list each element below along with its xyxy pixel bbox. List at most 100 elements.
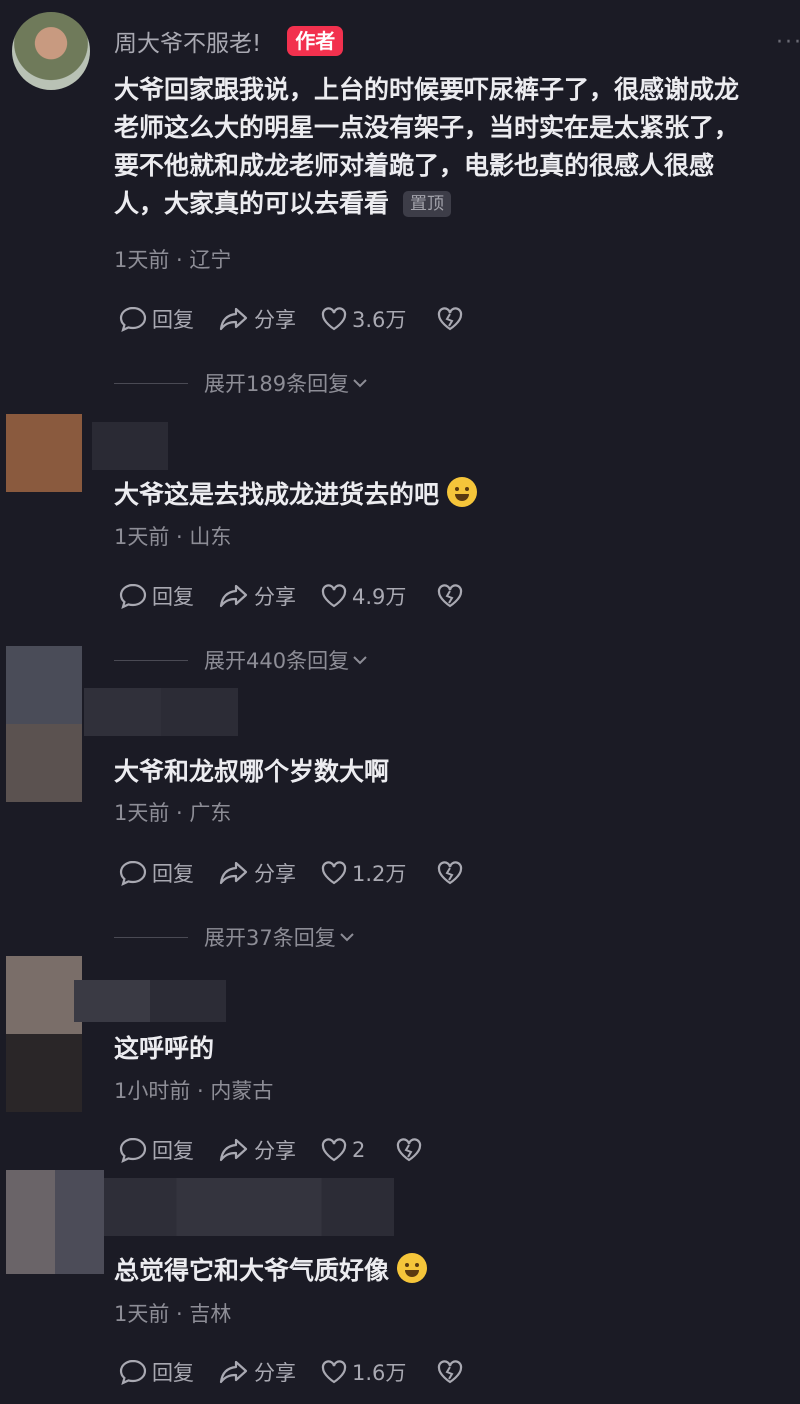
heart-icon bbox=[321, 584, 347, 608]
like-button[interactable]: 4.9万 bbox=[320, 581, 406, 611]
share-button[interactable]: 分享 bbox=[218, 304, 296, 334]
share-arrow-icon bbox=[219, 1360, 248, 1384]
share-button[interactable]: 分享 bbox=[218, 1135, 296, 1165]
comment-actions: 回复 分享 1.6万 bbox=[118, 1357, 492, 1387]
reply-button[interactable]: 回复 bbox=[118, 581, 194, 611]
like-count: 3.6万 bbox=[352, 308, 407, 332]
comment-text: 总觉得它和大爷气质好像 bbox=[114, 1252, 428, 1290]
pinned-badge: 置顶 bbox=[403, 191, 452, 217]
comment-bubble-icon bbox=[119, 1137, 147, 1164]
comment-actions: 回复 分享 3.6万 bbox=[118, 304, 492, 334]
comment-actions: 回复 分享 1.2万 bbox=[118, 858, 492, 888]
like-count: 4.9万 bbox=[352, 585, 407, 609]
share-arrow-icon bbox=[219, 861, 248, 885]
share-label: 分享 bbox=[254, 585, 296, 609]
like-count: 2 bbox=[352, 1138, 366, 1162]
like-button[interactable]: 3.6万 bbox=[320, 304, 406, 334]
comment-meta: 1天前 · 吉林 bbox=[114, 1302, 232, 1326]
comment-actions: 回复 分享 2 bbox=[118, 1135, 451, 1165]
reply-label: 回复 bbox=[152, 308, 194, 332]
reply-button[interactable]: 回复 bbox=[118, 1357, 194, 1387]
like-count: 1.2万 bbox=[352, 862, 407, 886]
broken-heart-icon bbox=[438, 861, 463, 885]
dislike-button[interactable] bbox=[436, 860, 468, 886]
reply-button[interactable]: 回复 bbox=[118, 858, 194, 888]
comment-text: 大爷和龙叔哪个岁数大啊 bbox=[114, 757, 390, 786]
avatar[interactable] bbox=[6, 1170, 104, 1274]
chevron-down-icon bbox=[353, 656, 367, 665]
share-arrow-icon bbox=[219, 1138, 248, 1162]
chevron-down-icon bbox=[353, 379, 367, 388]
comment-text: 大爷这是去找成龙进货去的吧 bbox=[114, 476, 478, 514]
comment-bubble-icon bbox=[119, 860, 147, 887]
share-button[interactable]: 分享 bbox=[218, 858, 296, 888]
comment-line: 老师这么大的明星一点没有架子，当时实在是太紧张了， bbox=[114, 113, 740, 142]
comment-meta: 1小时前 · 内蒙古 bbox=[114, 1079, 274, 1103]
avatar[interactable] bbox=[6, 956, 82, 1112]
comment-meta: 1天前 · 山东 bbox=[114, 525, 232, 549]
share-label: 分享 bbox=[254, 308, 296, 332]
share-label: 分享 bbox=[254, 1361, 296, 1385]
broken-heart-icon bbox=[397, 1138, 422, 1162]
expand-label: 展开440条回复 bbox=[204, 649, 350, 673]
comment-bubble-icon bbox=[119, 306, 147, 333]
reply-label: 回复 bbox=[152, 862, 194, 886]
comment-text: 大爷回家跟我说，上台的时候要吓尿裤子了，很感谢成龙 老师这么大的明星一点没有架子… bbox=[114, 71, 800, 223]
heart-icon bbox=[321, 307, 347, 331]
share-arrow-icon bbox=[219, 584, 248, 608]
comment-bubble-icon bbox=[119, 1359, 147, 1386]
comment-line: 要不他就和成龙老师对着跪了，电影也真的很感人很感 bbox=[114, 151, 715, 180]
reply-button[interactable]: 回复 bbox=[118, 304, 194, 334]
comment-actions: 回复 分享 4.9万 bbox=[118, 581, 492, 611]
username-blurred[interactable] bbox=[92, 422, 168, 470]
username-blurred[interactable] bbox=[104, 1178, 394, 1236]
heart-icon bbox=[321, 861, 347, 885]
author-name[interactable]: 周大爷不服老! bbox=[114, 24, 261, 58]
broken-heart-icon bbox=[438, 584, 463, 608]
broken-heart-icon bbox=[438, 1360, 463, 1384]
like-button[interactable]: 1.6万 bbox=[320, 1357, 406, 1387]
reply-button[interactable]: 回复 bbox=[118, 1135, 194, 1165]
like-button[interactable]: 2 bbox=[320, 1137, 365, 1163]
avatar[interactable] bbox=[6, 646, 82, 802]
username-blurred[interactable] bbox=[84, 688, 238, 736]
comment-line: 大爷回家跟我说，上台的时候要吓尿裤子了，很感谢成龙 bbox=[114, 75, 740, 104]
comment-text-content: 总觉得它和大爷气质好像 bbox=[114, 1256, 390, 1285]
author-avatar[interactable] bbox=[12, 12, 90, 90]
comment-meta: 1天前 · 辽宁 bbox=[114, 248, 232, 272]
divider bbox=[114, 659, 188, 661]
expand-label: 展开37条回复 bbox=[204, 926, 336, 950]
rofl-emoji-icon bbox=[397, 1253, 428, 1283]
reply-label: 回复 bbox=[152, 1139, 194, 1163]
comment-meta: 1天前 · 广东 bbox=[114, 801, 232, 825]
share-label: 分享 bbox=[254, 1139, 296, 1163]
expand-replies[interactable]: 展开189条回复 bbox=[114, 368, 369, 398]
chevron-down-icon bbox=[340, 933, 354, 942]
comment-text-content: 大爷这是去找成龙进货去的吧 bbox=[114, 480, 440, 509]
heart-icon bbox=[321, 1138, 347, 1162]
share-label: 分享 bbox=[254, 862, 296, 886]
dislike-button[interactable] bbox=[436, 583, 468, 609]
username-blurred[interactable] bbox=[74, 980, 226, 1022]
expand-label: 展开189条回复 bbox=[204, 372, 350, 396]
comment-text: 这呼呼的 bbox=[114, 1034, 215, 1063]
comment-line: 人，大家真的可以去看看 置顶 bbox=[114, 185, 800, 223]
like-button[interactable]: 1.2万 bbox=[320, 858, 406, 888]
divider bbox=[114, 936, 188, 938]
laugh-emoji-icon bbox=[447, 477, 478, 507]
share-button[interactable]: 分享 bbox=[218, 581, 296, 611]
expand-replies[interactable]: 展开37条回复 bbox=[114, 922, 356, 952]
dislike-button[interactable] bbox=[395, 1137, 427, 1163]
dislike-button[interactable] bbox=[436, 1359, 468, 1385]
expand-replies[interactable]: 展开440条回复 bbox=[114, 645, 369, 675]
heart-icon bbox=[321, 1360, 347, 1384]
broken-heart-icon bbox=[438, 307, 463, 331]
share-button[interactable]: 分享 bbox=[218, 1357, 296, 1387]
dislike-button[interactable] bbox=[436, 306, 468, 332]
more-dots-icon[interactable]: ··· bbox=[776, 30, 800, 55]
avatar[interactable] bbox=[6, 414, 82, 492]
share-arrow-icon bbox=[219, 307, 248, 331]
comment-bubble-icon bbox=[119, 583, 147, 610]
author-badge: 作者 bbox=[287, 26, 344, 56]
divider bbox=[114, 382, 188, 384]
